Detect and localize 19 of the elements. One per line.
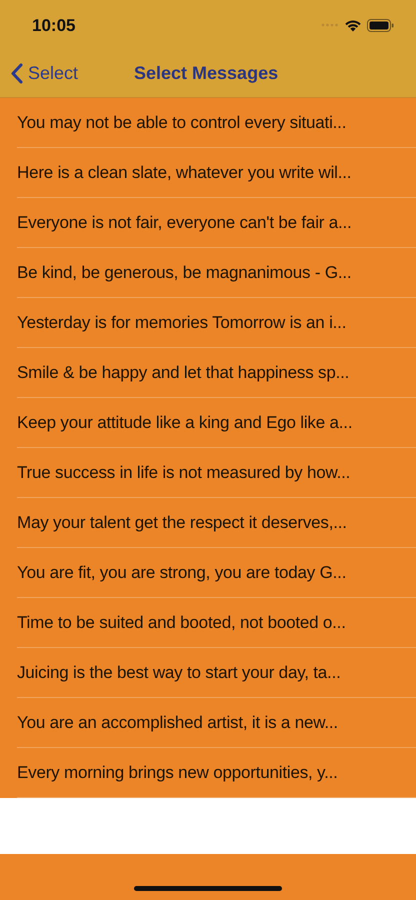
- wifi-icon: [344, 18, 362, 32]
- message-row[interactable]: Everyone is not fair, everyone can't be fair a...: [17, 198, 416, 248]
- message-row[interactable]: Yesterday is for memories Tomorrow is an i...: [17, 298, 416, 348]
- status-time: 10:05: [32, 15, 76, 36]
- back-button[interactable]: Select: [0, 54, 78, 94]
- message-row[interactable]: You are an accomplished artist, it is a new...: [17, 698, 416, 748]
- message-row[interactable]: You may not be able to control every situati...: [17, 98, 416, 148]
- message-row[interactable]: May your talent get the respect it deserves,...: [17, 498, 416, 548]
- nav-title: Select Messages: [134, 63, 278, 84]
- message-row[interactable]: Be kind, be generous, be magnanimous - G...: [17, 248, 416, 298]
- message-row[interactable]: Juicing is the best way to start your day, ta...: [17, 648, 416, 698]
- battery-icon: [367, 18, 394, 32]
- message-row[interactable]: You are fit, you are strong, you are today G...: [17, 548, 416, 598]
- message-row[interactable]: Time to be suited and booted, not booted o...: [17, 598, 416, 648]
- message-row[interactable]: Keep your attitude like a king and Ego like a...: [17, 398, 416, 448]
- chevron-left-icon: [10, 63, 23, 84]
- message-row[interactable]: True success in life is not measured by how...: [17, 448, 416, 498]
- message-row[interactable]: Here is a clean slate, whatever you write wil...: [17, 148, 416, 198]
- message-row[interactable]: Smile & be happy and let that happiness sp...: [17, 348, 416, 398]
